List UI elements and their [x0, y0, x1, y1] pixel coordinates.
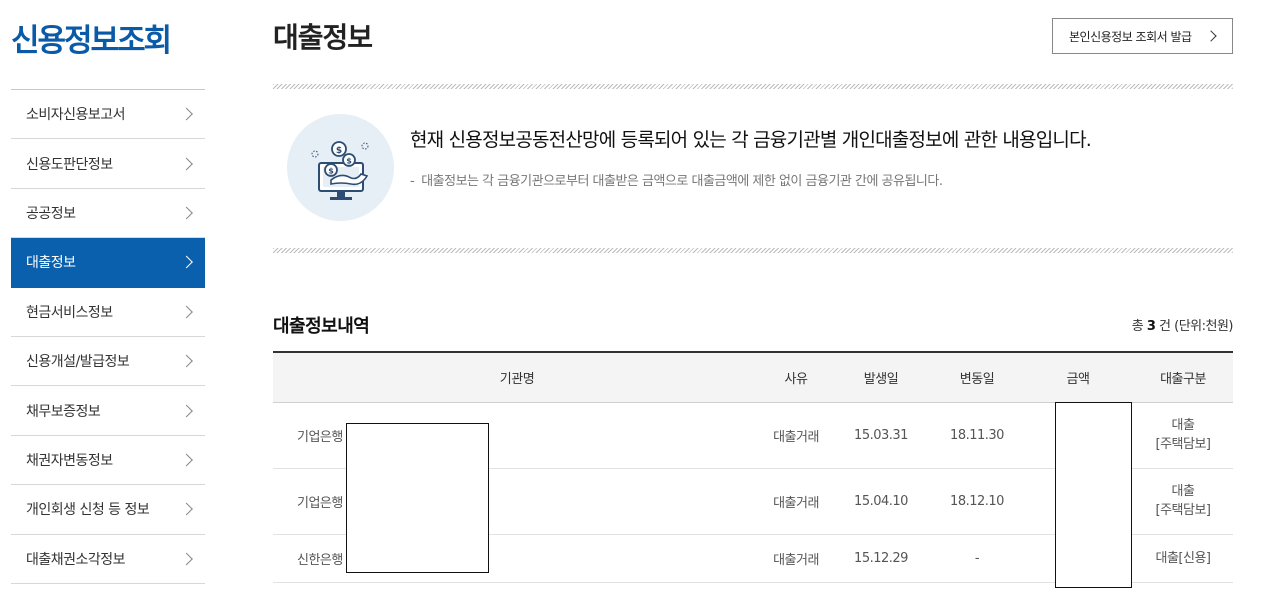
sidebar-item-consumer-report[interactable]: 소비자신용보고서	[11, 90, 205, 140]
summary-suffix: 건 (단위:천원)	[1159, 319, 1233, 334]
section-title: 대출정보내역	[273, 316, 370, 337]
chevron-right-icon	[180, 404, 193, 417]
sidebar: 신용정보조회 소비자신용보고서 신용도판단정보 공공정보 대출정보 현금서비스정…	[11, 0, 205, 584]
loan-category-cell: 대출[신용]	[1133, 534, 1233, 583]
record-count: 3	[1146, 319, 1156, 334]
sidebar-item-loan-writeoff[interactable]: 대출채권소각정보	[11, 535, 205, 584]
sidebar-item-cash-service[interactable]: 현금서비스정보	[11, 288, 205, 337]
chevron-right-icon	[180, 453, 193, 467]
chevron-right-icon	[180, 255, 193, 269]
issue-report-button[interactable]: 본인신용정보 조회서 발급	[1052, 18, 1233, 54]
chevron-right-icon	[180, 502, 193, 516]
info-note: - 대출정보는 각 금융기관으로부터 대출받은 금액으로 대출금액에 제한 없이 …	[410, 170, 943, 189]
column-header: 발생일	[831, 351, 931, 403]
column-header: 기관명	[273, 351, 761, 403]
column-header: 변동일	[931, 351, 1023, 403]
sidebar-menu: 소비자신용보고서 신용도판단정보 공공정보 대출정보 현금서비스정보 신용개설/…	[11, 89, 205, 584]
sidebar-item-credit-judgment[interactable]: 신용도판단정보	[11, 139, 205, 189]
chevron-right-icon	[180, 354, 193, 368]
start-date-cell: 15.04.10	[831, 468, 931, 535]
chevron-right-icon	[180, 206, 193, 220]
column-header: 금액	[1023, 351, 1133, 403]
sidebar-item-label: 대출채권소각정보	[26, 551, 126, 568]
loan-category-cell: 대출 [주택담보]	[1133, 402, 1233, 469]
chevron-right-icon	[180, 157, 193, 170]
info-note-text: 대출정보는 각 금융기관으로부터 대출받은 금액으로 대출금액에 제한 없이 금…	[421, 174, 943, 189]
sidebar-title: 신용정보조회	[11, 23, 172, 59]
sidebar-item-label: 채무보증정보	[26, 403, 101, 420]
sidebar-item-label: 개인회생 신청 등 정보	[26, 502, 150, 519]
info-headline: 현재 신용정보공동전산망에 등록되어 있는 각 금융기관별 개인대출정보에 관한…	[410, 129, 1092, 151]
reason-cell: 대출거래	[761, 468, 831, 535]
start-date-cell: 15.12.29	[831, 534, 931, 583]
category-line: [주택담보]	[1155, 437, 1211, 452]
chevron-right-icon	[180, 107, 193, 121]
column-header: 대출구분	[1133, 351, 1233, 403]
sidebar-item-creditor-change[interactable]: 채권자변동정보	[11, 436, 205, 486]
changed-date-cell: 18.11.30	[931, 402, 1023, 469]
record-summary: 총 3 건 (단위:천원)	[1131, 315, 1234, 334]
changed-date-cell: 18.12.10	[931, 468, 1023, 535]
bullet-dash: -	[410, 174, 415, 189]
svg-text:$: $	[346, 157, 352, 166]
chevron-right-icon	[180, 552, 193, 566]
reason-cell: 대출거래	[761, 402, 831, 469]
sidebar-item-label: 공공정보	[26, 205, 76, 222]
sidebar-item-debt-guarantee[interactable]: 채무보증정보	[11, 386, 205, 436]
redaction-box	[346, 423, 489, 573]
category-line: 대출[신용]	[1155, 550, 1211, 566]
sidebar-item-label: 신용개설/발급정보	[26, 354, 130, 371]
start-date-cell: 15.03.31	[831, 402, 931, 469]
category-line: 대출	[1171, 418, 1195, 433]
chevron-right-icon	[180, 305, 193, 319]
redaction-box	[1055, 402, 1132, 588]
svg-text:$: $	[336, 146, 342, 156]
issue-report-button-label: 본인신용정보 조회서 발급	[1069, 29, 1192, 44]
summary-prefix: 총	[1131, 319, 1144, 334]
reason-cell: 대출거래	[761, 534, 831, 583]
page-title: 대출정보	[273, 21, 373, 54]
divider	[273, 84, 1233, 89]
sidebar-item-label: 현금서비스정보	[26, 304, 113, 321]
loan-category-cell: 대출 [주택담보]	[1133, 468, 1233, 535]
table-header-row: 기관명 사유 발생일 변동일 금액 대출구분	[273, 351, 1233, 403]
divider	[273, 248, 1233, 253]
category-line: [주택담보]	[1155, 503, 1211, 518]
changed-date-cell: -	[931, 534, 1023, 583]
sidebar-item-loan-info[interactable]: 대출정보	[11, 238, 205, 288]
sidebar-item-rehabilitation[interactable]: 개인회생 신청 등 정보	[11, 485, 205, 535]
chevron-right-icon	[1205, 30, 1217, 42]
money-monitor-icon: $ $ $	[287, 114, 394, 221]
sidebar-item-label: 채권자변동정보	[26, 452, 113, 469]
svg-text:$: $	[328, 167, 334, 176]
column-header: 사유	[761, 351, 831, 403]
sidebar-item-label: 대출정보	[26, 255, 76, 272]
sidebar-item-credit-opening[interactable]: 신용개설/발급정보	[11, 337, 205, 387]
sidebar-item-label: 소비자신용보고서	[26, 107, 126, 124]
sidebar-item-public-info[interactable]: 공공정보	[11, 189, 205, 239]
sidebar-item-label: 신용도판단정보	[26, 156, 113, 173]
category-line: 대출	[1171, 484, 1195, 499]
